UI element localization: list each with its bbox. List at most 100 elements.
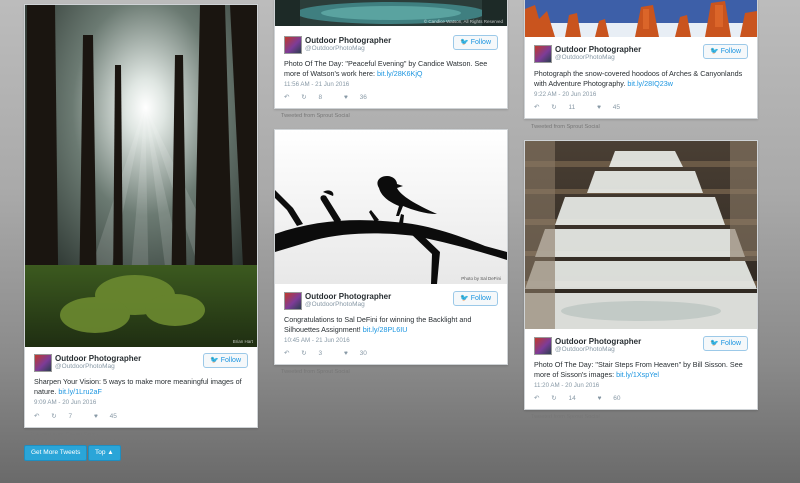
avatar[interactable] — [34, 354, 52, 372]
twitter-bird-icon: 🐦 — [460, 39, 469, 46]
tweet-link[interactable]: bit.ly/28IQ23w — [627, 79, 673, 88]
retweet-icon: ↻ — [301, 350, 307, 357]
author-name[interactable]: Outdoor Photographer — [555, 337, 641, 346]
tweet-link[interactable]: bit.ly/28PL6IU — [363, 325, 408, 334]
like-button[interactable]: ♥ 45 — [94, 413, 127, 420]
retweet-button[interactable]: ↻ 11 — [551, 104, 585, 111]
like-count: 60 — [613, 395, 621, 402]
follow-button[interactable]: 🐦 Follow — [453, 291, 498, 306]
like-count: 45 — [109, 413, 117, 420]
tweet-card: Outdoor Photographer @OutdoorPhotoMag 🐦 F… — [524, 140, 758, 410]
retweet-icon: ↻ — [301, 94, 307, 101]
sprout-credit[interactable]: Tweeted from Sprout Social — [281, 113, 350, 119]
author-handle[interactable]: @OutdoorPhotoMag — [55, 363, 115, 370]
author-handle[interactable]: @OutdoorPhotoMag — [555, 346, 615, 353]
twitter-bird-icon: 🐦 — [710, 340, 719, 347]
follow-button[interactable]: 🐦 Follow — [203, 353, 248, 368]
tweet-actions: ↶ ↻ 7 ♥ 45 — [34, 412, 137, 420]
tweet-timestamp[interactable]: 10:45 AM - 21 Jun 2016 — [284, 337, 350, 344]
like-count: 36 — [359, 94, 367, 101]
avatar[interactable] — [284, 292, 302, 310]
reply-icon[interactable]: ↶ — [284, 350, 289, 357]
tweet-card: Brian Hart Outdoor Photographer @Outdoor… — [24, 4, 258, 428]
tweet-timestamp[interactable]: 9:09 AM - 20 Jun 2016 — [34, 399, 96, 406]
tweet-header: Outdoor Photographer @OutdoorPhotoMag 🐦 F… — [34, 353, 248, 373]
follow-label: Follow — [720, 48, 741, 55]
author-name[interactable]: Outdoor Photographer — [305, 36, 391, 45]
follow-button[interactable]: 🐦 Follow — [703, 336, 748, 351]
tweet-text: Sharpen Your Vision: 5 ways to make more… — [34, 377, 248, 396]
like-icon: ♥ — [343, 94, 348, 101]
retweet-button[interactable]: ↻ 3 — [301, 350, 332, 357]
retweet-count: 11 — [568, 104, 576, 111]
photo-watermark: Brian Hart — [232, 339, 253, 344]
author-handle[interactable]: @OutdoorPhotoMag — [305, 45, 365, 52]
tweet-photo-hoodoos[interactable] — [525, 0, 757, 37]
tweet-text: Photograph the snow-covered hoodoos of A… — [534, 69, 748, 88]
follow-label: Follow — [470, 39, 491, 46]
tweet-card: © Candice Watson, All Rights Reserved Ou… — [274, 0, 508, 109]
retweet-icon: ↻ — [51, 413, 57, 420]
twitter-bird-icon: 🐦 — [710, 48, 719, 55]
tweet-photo-forest[interactable]: Brian Hart — [25, 5, 257, 347]
like-icon: ♥ — [597, 395, 602, 402]
like-button[interactable]: ♥ 60 — [598, 395, 631, 402]
photo-watermark: © Candice Watson, All Rights Reserved — [423, 19, 503, 24]
retweet-count: 8 — [318, 94, 323, 101]
like-button[interactable]: ♥ 30 — [344, 350, 377, 357]
like-count: 45 — [612, 104, 620, 111]
retweet-icon: ↻ — [551, 104, 557, 111]
tweet-text: Photo Of The Day: "Stair Steps From Heav… — [534, 360, 748, 379]
author-name[interactable]: Outdoor Photographer — [55, 354, 141, 363]
tweet-photo-evening[interactable]: © Candice Watson, All Rights Reserved — [275, 0, 507, 26]
photo-watermark: Photo by Sal DeFini — [461, 276, 501, 281]
retweet-button[interactable]: ↻ 7 — [51, 413, 82, 420]
top-button[interactable]: Top ▲ — [88, 445, 121, 461]
reply-icon[interactable]: ↶ — [534, 104, 539, 111]
avatar[interactable] — [534, 45, 552, 63]
like-button[interactable]: ♥ 36 — [344, 94, 377, 101]
tweet-photo-waterfalls[interactable] — [525, 141, 757, 329]
retweet-button[interactable]: ↻ 14 — [551, 395, 586, 402]
like-icon: ♥ — [343, 350, 348, 357]
tweet-card: Photo by Sal DeFini Outdoor Photographer… — [274, 129, 508, 365]
tweet-actions: ↶ ↻ 11 ♥ 45 — [534, 103, 640, 111]
follow-button[interactable]: 🐦 Follow — [453, 35, 498, 50]
tweet-actions: ↶ ↻ 3 ♥ 30 — [284, 349, 387, 357]
avatar[interactable] — [534, 337, 552, 355]
like-icon: ♥ — [93, 413, 98, 420]
tweet-link[interactable]: bit.ly/28K6KjQ — [377, 69, 423, 78]
follow-button[interactable]: 🐦 Follow — [703, 44, 748, 59]
retweet-count: 14 — [568, 395, 576, 402]
tweet-timestamp[interactable]: 11:56 AM - 21 Jun 2016 — [284, 81, 349, 88]
reply-icon[interactable]: ↶ — [284, 94, 289, 101]
sprout-credit[interactable]: Tweeted from Sprout Social — [531, 414, 600, 420]
sprout-credit[interactable]: Tweeted from Sprout Social — [281, 369, 350, 375]
follow-label: Follow — [220, 357, 241, 364]
author-name[interactable]: Outdoor Photographer — [305, 292, 391, 301]
reply-icon[interactable]: ↶ — [34, 413, 39, 420]
author-handle[interactable]: @OutdoorPhotoMag — [555, 54, 615, 61]
sprout-credit[interactable]: Tweeted from Sprout Social — [30, 432, 99, 438]
tweet-timestamp[interactable]: 11:20 AM - 20 Jun 2016 — [534, 382, 599, 389]
retweet-button[interactable]: ↻ 8 — [301, 94, 332, 101]
get-more-tweets-button[interactable]: Get More Tweets — [24, 445, 88, 461]
tweet-text: Photo Of The Day: "Peaceful Evening" by … — [284, 59, 498, 78]
tweet-link[interactable]: bit.ly/1Lru2aF — [58, 387, 102, 396]
tweet-timestamp[interactable]: 9:22 AM - 20 Jun 2016 — [534, 91, 596, 98]
like-button[interactable]: ♥ 45 — [597, 104, 630, 111]
author-name[interactable]: Outdoor Photographer — [555, 45, 641, 54]
tweet-link[interactable]: bit.ly/1XspYel — [616, 370, 659, 379]
twitter-bird-icon: 🐦 — [210, 357, 219, 364]
reply-icon[interactable]: ↶ — [534, 395, 539, 402]
retweet-count: 7 — [68, 413, 73, 420]
tweet-actions: ↶ ↻ 8 ♥ 36 — [284, 93, 387, 101]
avatar[interactable] — [284, 36, 302, 54]
follow-label: Follow — [720, 340, 741, 347]
follow-label: Follow — [470, 295, 491, 302]
sprout-credit[interactable]: Tweeted from Sprout Social — [531, 124, 600, 130]
tweet-photo-bird-silhouette[interactable]: Photo by Sal DeFini — [275, 130, 507, 284]
tweet-header: Outdoor Photographer @OutdoorPhotoMag 🐦 F… — [284, 35, 498, 55]
tweet-card: Outdoor Photographer @OutdoorPhotoMag 🐦 F… — [524, 0, 758, 119]
author-handle[interactable]: @OutdoorPhotoMag — [305, 301, 365, 308]
